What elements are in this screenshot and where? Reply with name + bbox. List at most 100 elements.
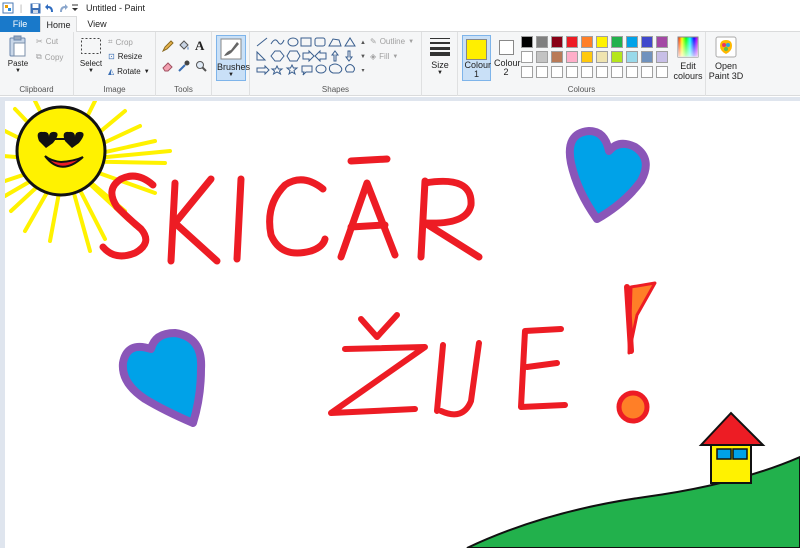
ribbon-tabs: File Home View [0, 16, 800, 33]
select-icon [81, 38, 101, 54]
palette-swatch[interactable] [551, 36, 563, 48]
colour-picker-icon[interactable] [178, 60, 190, 72]
palette-swatch[interactable] [626, 51, 638, 63]
fill-icon: ◈ [370, 52, 377, 61]
colour-wheel-icon [677, 36, 699, 58]
paint3d-icon [715, 36, 737, 58]
fill-button[interactable]: ◈ Fill ▼ [370, 52, 398, 61]
brushes-button[interactable]: Brushes ▼ [216, 35, 251, 81]
palette-swatch[interactable] [551, 66, 563, 78]
palette-swatch[interactable] [566, 36, 578, 48]
fill-bucket-icon[interactable] [178, 40, 190, 52]
shapes-scroll-icon[interactable]: ▲ ▼ ▾ [359, 36, 367, 78]
drawing-canvas[interactable] [5, 101, 800, 548]
separator-icon: | [19, 3, 23, 13]
size-label: Size [431, 60, 449, 70]
open-paint3d-label: Open Paint 3D [708, 61, 744, 81]
palette-swatch[interactable] [641, 66, 653, 78]
paste-button[interactable]: Paste ▼ [3, 35, 33, 74]
brushes-label: Brushes [217, 62, 251, 72]
select-label: Select [79, 59, 103, 68]
palette-swatch[interactable] [521, 51, 533, 63]
colour2-swatch [498, 40, 514, 55]
exclamation-mark [616, 281, 657, 424]
palette-swatch[interactable] [536, 36, 548, 48]
crop-button[interactable]: ⌗ Crop [108, 37, 133, 47]
palette-swatch[interactable] [581, 51, 593, 63]
tools-group-label: Tools [174, 85, 193, 94]
palette-swatch[interactable] [521, 66, 533, 78]
clipboard-group: Paste ▼ ✂ Cut ⧉ Copy Clipboard [0, 32, 74, 96]
palette-swatch[interactable] [581, 66, 593, 78]
palette-swatch[interactable] [596, 66, 608, 78]
colour2-label: Colour 2 [494, 58, 521, 77]
undo-icon[interactable] [42, 0, 56, 16]
magnifier-icon[interactable] [195, 60, 207, 72]
colour1-swatch [466, 39, 487, 60]
redo-icon[interactable] [56, 0, 70, 16]
palette-swatch[interactable] [611, 51, 623, 63]
cut-label: Cut [45, 37, 59, 46]
edit-colours-button[interactable]: Edit colours [672, 36, 704, 81]
rotate-button[interactable]: ◭ Rotate ▼ [108, 67, 150, 76]
outline-button[interactable]: ✎ Outline ▼ [370, 37, 414, 46]
palette-swatch[interactable] [656, 36, 668, 48]
palette-swatch[interactable] [611, 66, 623, 78]
palette-swatch[interactable] [626, 66, 638, 78]
palette-swatch[interactable] [581, 36, 593, 48]
palette-swatch[interactable] [641, 51, 653, 63]
heart-left [118, 329, 206, 427]
save-icon[interactable] [28, 0, 42, 16]
palette-swatch[interactable] [596, 51, 608, 63]
resize-label: Resize [117, 52, 143, 61]
palette-swatch[interactable] [536, 51, 548, 63]
palette-swatch[interactable] [566, 51, 578, 63]
copy-button[interactable]: ⧉ Copy [36, 52, 63, 62]
brushes-dropdown-icon: ▼ [228, 72, 234, 78]
word-skicar [99, 155, 483, 265]
rotate-icon: ◭ [108, 67, 115, 76]
text-tool-icon[interactable]: A [195, 38, 204, 54]
palette-swatch[interactable] [641, 36, 653, 48]
crop-label: Crop [115, 37, 133, 47]
shapes-group: ▲ ▼ ▾ ✎ Outline ▼ ◈ Fill ▼ Shapes [250, 32, 422, 96]
sun [15, 105, 107, 197]
copy-label: Copy [44, 52, 64, 62]
eraser-icon[interactable] [162, 60, 174, 72]
paint-app-icon[interactable] [2, 0, 14, 16]
colours-group: Colour 1 Colour 2 Edit colours Colours [458, 32, 706, 96]
palette-swatch[interactable] [611, 36, 623, 48]
cut-button[interactable]: ✂ Cut [36, 37, 58, 46]
tab-view[interactable]: View [80, 16, 114, 32]
palette-swatch[interactable] [536, 66, 548, 78]
select-dropdown-icon: ▼ [88, 68, 94, 74]
colours-group-label: Colours [567, 85, 596, 94]
word-zije [328, 312, 568, 418]
ribbon: Paste ▼ ✂ Cut ⧉ Copy Clipboard Select ▼ … [0, 32, 800, 96]
open-paint3d-button[interactable]: Open Paint 3D [708, 36, 744, 81]
size-button[interactable]: Size ▼ [426, 36, 454, 76]
image-group-label: Image [103, 85, 126, 94]
brushes-group: Brushes ▼ [212, 32, 250, 96]
pencil-icon[interactable] [162, 40, 174, 52]
shapes-gallery[interactable] [255, 36, 359, 78]
tab-home[interactable]: Home [40, 16, 77, 33]
resize-button[interactable]: ⊡ Resize [108, 52, 142, 61]
paste-label: Paste [7, 59, 29, 68]
palette-swatch[interactable] [521, 36, 533, 48]
palette-swatch[interactable] [596, 36, 608, 48]
palette-swatch[interactable] [656, 66, 668, 78]
canvas-area [0, 97, 800, 548]
colour2-button[interactable]: Colour 2 [493, 35, 521, 81]
tab-file[interactable]: File [0, 16, 40, 32]
palette-swatch[interactable] [656, 51, 668, 63]
rotate-dropdown-icon: ▼ [143, 68, 150, 75]
palette-swatch[interactable] [566, 66, 578, 78]
palette-swatch[interactable] [551, 51, 563, 63]
colour-palette [521, 36, 671, 82]
palette-swatch[interactable] [626, 36, 638, 48]
select-button[interactable]: Select ▼ [78, 37, 104, 74]
colour1-button[interactable]: Colour 1 [462, 35, 491, 81]
customize-toolbar-icon[interactable] [70, 0, 80, 16]
window-title: Untitled - Paint [86, 3, 146, 13]
